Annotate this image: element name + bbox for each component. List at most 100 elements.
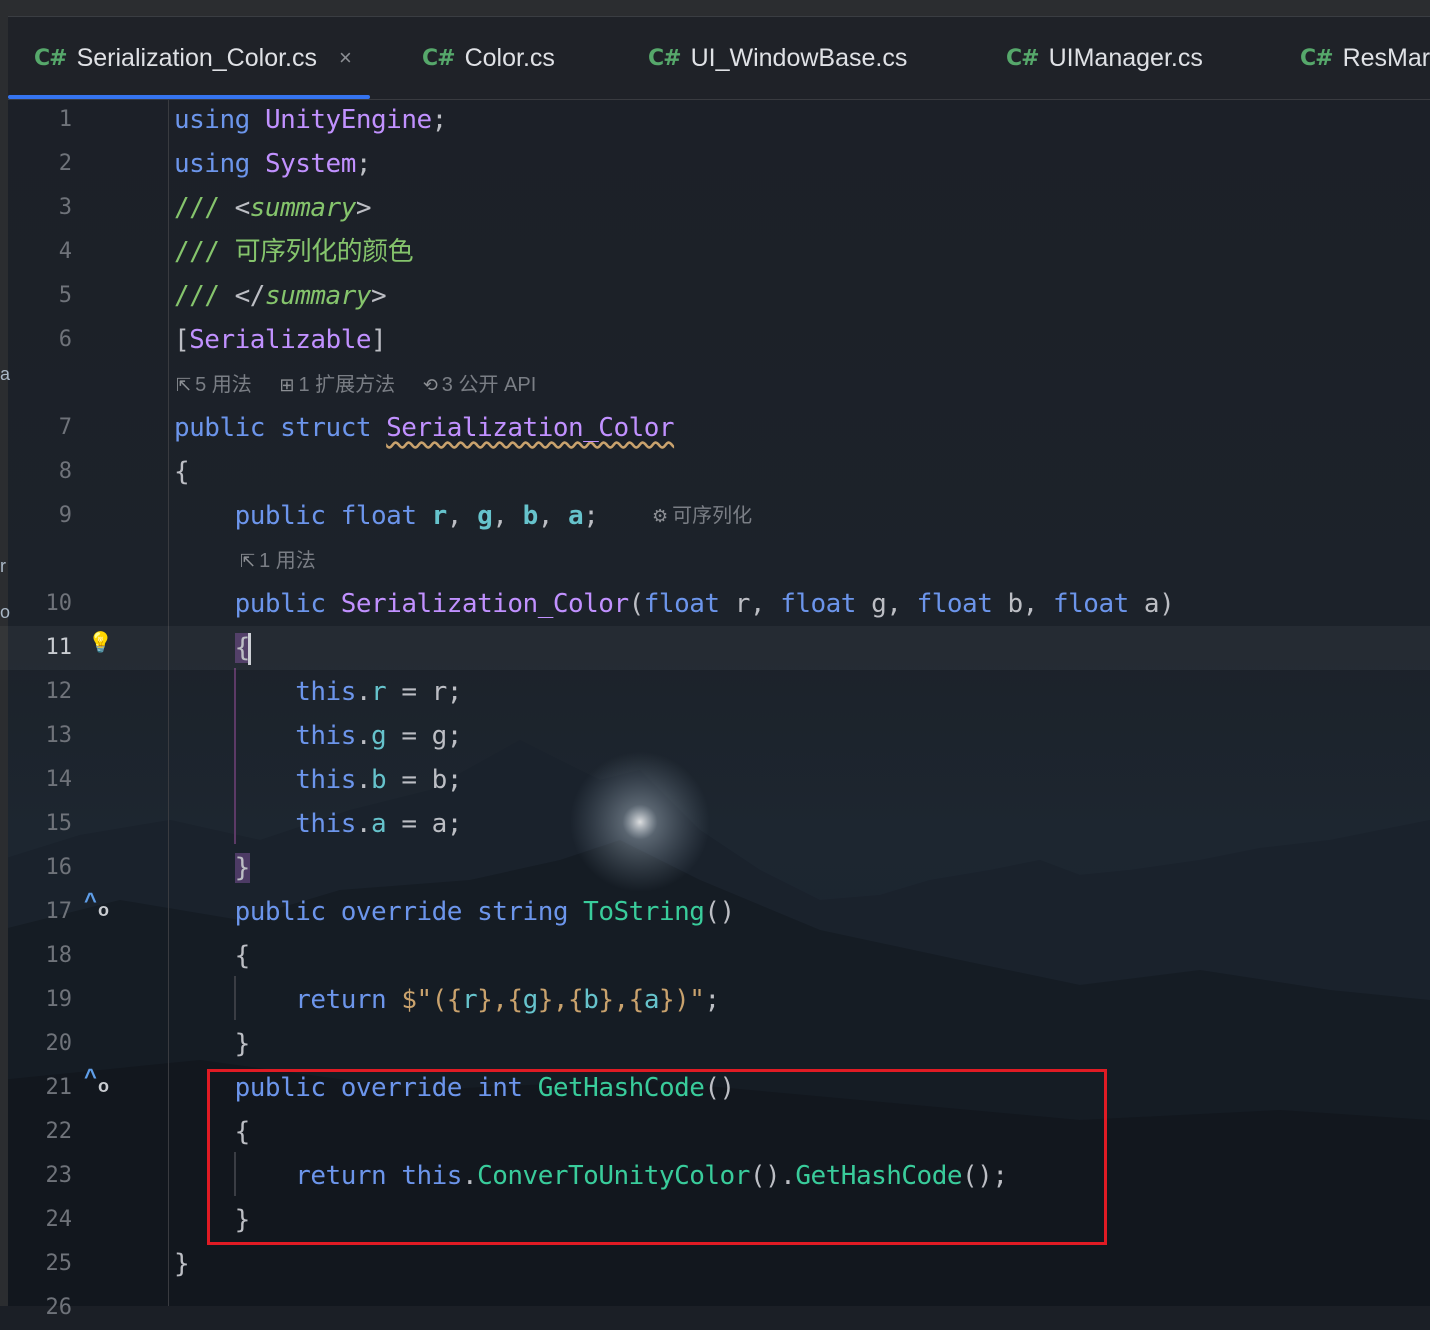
code-text[interactable]: public override string ToString()	[174, 890, 736, 934]
line-number: 23	[45, 1163, 73, 1188]
code-line[interactable]: 18 {	[0, 934, 1430, 978]
csharp-file-icon: C#	[648, 45, 682, 71]
code-line[interactable]: 15 this.a = a;	[0, 802, 1430, 846]
csharp-file-icon: C#	[1300, 45, 1334, 71]
line-number: 9	[58, 503, 72, 528]
code-line[interactable]: 13 this.g = g;	[0, 714, 1430, 758]
code-text[interactable]: public struct Serialization_Color	[174, 406, 675, 450]
api-icon: ⟲	[422, 375, 438, 395]
line-number: 7	[58, 415, 72, 440]
code-text[interactable]: public float r, g, b, a;	[174, 494, 599, 538]
line-number: 24	[45, 1207, 73, 1232]
line-number: 5	[58, 283, 72, 308]
tab-ui-windowbase[interactable]: C# UI_WindowBase.cs	[648, 17, 907, 99]
editor-tab-bar: C# Serialization_Color.cs × C# Color.cs …	[8, 17, 1430, 100]
code-vision-hints: ⇱ 5 用法 ⊞ 1 扩展方法 ⟲ 3 公开 API	[176, 363, 536, 407]
code-text[interactable]: {	[174, 450, 190, 494]
line-number: 12	[45, 679, 73, 704]
code-text[interactable]: this.g = g;	[174, 714, 462, 758]
close-icon[interactable]: ×	[339, 45, 352, 71]
tab-resmanager[interactable]: C# ResMar	[1300, 17, 1430, 99]
line-number: 25	[45, 1251, 73, 1276]
line-number: 22	[45, 1119, 73, 1144]
code-line[interactable]: 1 using UnityEngine;	[0, 98, 1430, 142]
code-text[interactable]: }	[174, 846, 250, 890]
lightbulb-icon[interactable]: 💡	[88, 630, 113, 655]
extension-methods-hint[interactable]: ⊞ 1 扩展方法	[279, 374, 395, 396]
csharp-file-icon: C#	[34, 45, 68, 71]
line-number: 1	[58, 107, 72, 132]
code-line[interactable]: 5 /// </summary>	[0, 274, 1430, 318]
code-line[interactable]: 20 }	[0, 1022, 1430, 1066]
code-line-current[interactable]: 11 💡 {	[0, 626, 1430, 670]
code-text[interactable]: using System;	[174, 142, 372, 186]
extension-icon: ⊞	[279, 375, 295, 395]
code-text[interactable]: [Serializable]	[174, 318, 387, 362]
code-text[interactable]: this.r = r;	[174, 670, 462, 714]
line-number: 21	[45, 1075, 73, 1100]
code-line[interactable]: 2 using System;	[0, 142, 1430, 186]
usages-icon: ⇱	[240, 551, 256, 571]
line-number: 16	[45, 855, 73, 880]
csharp-file-icon: C#	[422, 45, 456, 71]
tab-label: Serialization_Color.cs	[76, 43, 317, 72]
tab-label: Color.cs	[464, 43, 555, 72]
code-text[interactable]: this.b = b;	[174, 758, 462, 802]
text-caret	[247, 632, 251, 665]
override-up-icon[interactable]: ^	[84, 888, 97, 914]
code-line[interactable]: 8 {	[0, 450, 1430, 494]
line-number: 18	[45, 943, 73, 968]
usages-icon: ⇱	[176, 375, 192, 395]
code-text[interactable]: /// <summary>	[174, 186, 372, 230]
code-line[interactable]: 4 /// 可序列化的颜色	[0, 230, 1430, 274]
code-line[interactable]: 9 public float r, g, b, a; ⚙ 可序列化	[0, 494, 1430, 538]
serializable-icon: ⚙	[652, 506, 669, 526]
implementation-icon[interactable]: o	[98, 900, 109, 921]
line-number: 19	[45, 987, 73, 1012]
code-text[interactable]: /// </summary>	[174, 274, 387, 318]
highlight-annotation-box	[207, 1069, 1107, 1245]
code-line[interactable]: 6 [Serializable]	[0, 318, 1430, 362]
public-api-hint[interactable]: ⟲ 3 公开 API	[423, 374, 537, 396]
code-line[interactable]: 12 this.r = r;	[0, 670, 1430, 714]
code-text[interactable]: this.a = a;	[174, 802, 462, 846]
line-number: 6	[58, 327, 72, 352]
line-number: 10	[45, 591, 73, 616]
code-text[interactable]: using UnityEngine;	[174, 98, 447, 142]
code-line[interactable]: 26	[0, 1286, 1430, 1330]
line-number: 20	[45, 1031, 73, 1056]
tab-label: UI_WindowBase.cs	[690, 43, 908, 72]
line-number: 2	[58, 151, 72, 176]
serializable-hint[interactable]: ⚙ 可序列化	[652, 494, 752, 538]
line-number: 13	[45, 723, 73, 748]
code-line[interactable]: 3 /// <summary>	[0, 186, 1430, 230]
code-line[interactable]: 14 this.b = b;	[0, 758, 1430, 802]
override-up-icon[interactable]: ^	[84, 1064, 97, 1090]
code-text[interactable]: {	[174, 934, 251, 978]
code-line[interactable]: 17 ^ o public override string ToString()	[0, 888, 1430, 934]
line-number: 15	[45, 811, 73, 836]
window-top-strip	[0, 0, 1430, 17]
tab-label: ResMar	[1342, 43, 1430, 72]
ctor-usages-hint[interactable]: ⇱ 1 用法	[240, 539, 316, 583]
code-text[interactable]: }	[174, 1242, 190, 1286]
left-edge-char: r	[0, 556, 6, 576]
code-line[interactable]: 16 }	[0, 846, 1430, 890]
line-number: 11	[45, 635, 73, 660]
code-text[interactable]: return $"({r},{g},{b},{a})";	[174, 978, 720, 1022]
line-number: 26	[45, 1295, 73, 1320]
code-text[interactable]: }	[174, 1022, 251, 1066]
code-line[interactable]: 19 return $"({r},{g},{b},{a})";	[0, 978, 1430, 1022]
tab-color[interactable]: C# Color.cs	[422, 17, 555, 99]
code-line[interactable]: 10 public Serialization_Color(float r, f…	[0, 582, 1430, 626]
code-text[interactable]: public Serialization_Color(float r, floa…	[174, 582, 1175, 626]
code-text[interactable]: /// 可序列化的颜色	[174, 230, 414, 274]
struct-usages-hint[interactable]: ⇱ 5 用法	[176, 374, 252, 396]
implementation-icon[interactable]: o	[98, 1076, 109, 1097]
code-line[interactable]: 25 }	[0, 1242, 1430, 1286]
tab-uimanager[interactable]: C# UIManager.cs	[1006, 17, 1203, 99]
line-number: 14	[45, 767, 73, 792]
tab-serialization-color[interactable]: C# Serialization_Color.cs ×	[34, 17, 352, 99]
code-line[interactable]: 7 public struct Serialization_Color	[0, 406, 1430, 450]
code-text[interactable]: {	[174, 626, 251, 670]
